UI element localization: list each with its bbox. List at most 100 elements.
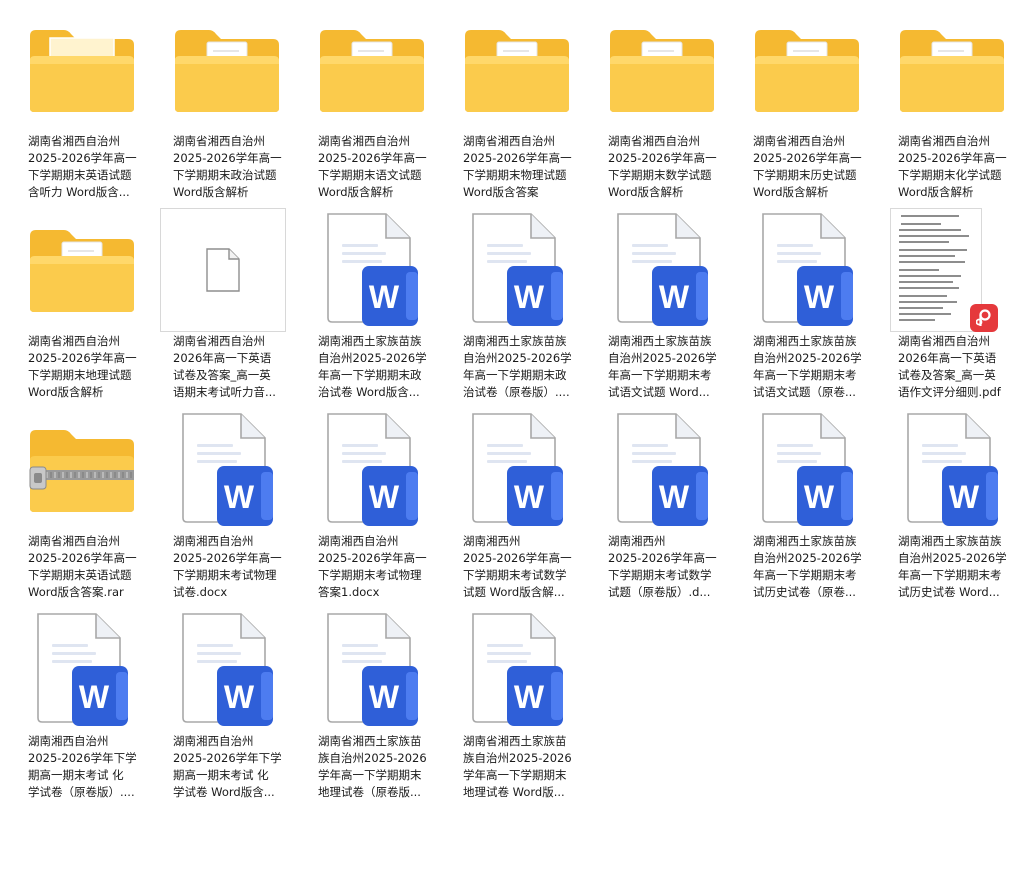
file-name: 湖南湘西自治州 2025-2026学年下学 期高一期末考试 化学试卷（原卷版）...… [28, 733, 140, 803]
file-name-line: 下学期期末语文试题 [318, 168, 422, 182]
file-name-line: 2025-2026学年高一 [898, 151, 1007, 165]
file-item[interactable]: W 湖南湘西州 2025-2026学年高一 下学期期末考试数学 试题（原卷版）.d..… [592, 412, 732, 607]
file-item[interactable]: 湖南省湘西自治州 2025-2026学年高一 下学期期末数学试题 Word版含解析 [592, 12, 732, 207]
svg-text:W: W [804, 479, 835, 515]
file-grid: 湖南省湘西自治州 2025-2026学年高一 下学期期末英语试题 含听力 Word版含… [0, 0, 1034, 869]
file-name-line: 湖南湘西自治州 [173, 734, 254, 748]
folder-icon [173, 26, 281, 130]
file-name-line: 湖南省湘西自治州 [28, 534, 120, 548]
svg-text:W: W [514, 679, 545, 715]
file-name-line: 湖南省湘西自治州 [28, 334, 120, 348]
file-name-line: 湖南湘西自治州 [28, 734, 109, 748]
file-name-line: 2025-2026学年高一 [608, 551, 717, 565]
svg-text:W: W [79, 679, 110, 715]
file-name: 湖南省湘西自治州 2025-2026学年高一 下学期期末语文试题 Word版含解析 [318, 133, 430, 203]
file-item[interactable]: 湖南省湘西自治州 2026年高一下英语 试卷及答案_高一英 语期末考试听力音... [157, 208, 297, 407]
file-item[interactable]: W 湖南湘西土家族苗族 自治州2025-2026学 年高一下学期期末考 试历史试卷 W… [882, 412, 1022, 607]
file-name-line: 下学期期末地理试题 [28, 368, 132, 382]
file-name-line: 含听力 Word版含... [28, 185, 130, 199]
file-item[interactable]: 湖南省湘西自治州 2025-2026学年高一 下学期期末政治试题 Word版含解析 [157, 12, 297, 207]
file-item[interactable]: 湖南省湘西自治州 2025-2026学年高一 下学期期末英语试题 Word版含答案.r… [12, 412, 152, 607]
file-name-line: 2025-2026学年高一 [318, 151, 427, 165]
file-name-line: 下学期期末历史试题 [753, 168, 857, 182]
file-item[interactable]: W 湖南湘西土家族苗族 自治州2025-2026学 年高一下学期期末考 试语文试题（原… [737, 212, 877, 407]
file-name-line: 2025-2026学年高一 [28, 151, 137, 165]
file-item[interactable]: 湖南省湘西自治州 2025-2026学年高一 下学期期末历史试题 Word版含解析 [737, 12, 877, 207]
file-name-line: 年高一下学期期末政 [318, 368, 422, 382]
file-name-line: 湖南省湘西土家族苗 [318, 734, 422, 748]
pdf-app-icon [970, 304, 998, 332]
svg-text:W: W [369, 679, 400, 715]
folder-icon [463, 26, 571, 130]
file-item[interactable]: 湖南省湘西自治州 2025-2026学年高一 下学期期末化学试题 Word版含解析 [882, 12, 1022, 207]
file-item[interactable]: W 湖南湘西自治州 2025-2026学年下学 期高一期末考试 化学试卷 Word版… [157, 612, 297, 807]
pdf-page-preview [890, 208, 982, 332]
file-name-line: 自治州2025-2026学 [463, 351, 572, 365]
word-doc-icon: W [318, 608, 426, 732]
file-name-line: 试语文试题（原卷... [753, 385, 856, 399]
file-name: 湖南省湘西自治州 2026年高一下英语 试卷及答案_高一英 语期末考试听力音... [173, 333, 285, 403]
word-doc-icon: W [28, 608, 136, 732]
svg-text:W: W [514, 479, 545, 515]
file-item[interactable]: W 湖南湘西土家族苗族 自治州2025-2026学 年高一下学期期末考 试语文试题 W… [592, 212, 732, 407]
file-name: 湖南省湘西自治州 2025-2026学年高一 下学期期末化学试题 Word版含解析 [898, 133, 1010, 203]
file-item[interactable]: 湖南省湘西自治州 2025-2026学年高一 下学期期末地理试题 Word版含解析 [12, 212, 152, 407]
file-item[interactable]: W 湖南湘西自治州 2025-2026学年下学 期高一期末考试 化学试卷（原卷版）.… [12, 612, 152, 807]
file-name: 湖南湘西州 2025-2026学年高一 下学期期末考试数学 试题 Word版含解... [463, 533, 575, 603]
file-name-line: 2025-2026学年高一 [608, 151, 717, 165]
file-item[interactable]: W 湖南省湘西土家族苗 族自治州2025-2026 学年高一下学期期末 地理试卷（原卷… [302, 612, 442, 807]
file-item[interactable]: W 湖南湘西自治州 2025-2026学年高一 下学期期末考试物理 试卷.docx [157, 412, 297, 607]
file-name-line: 2025-2026学年高一 [173, 551, 282, 565]
file-item[interactable]: W 湖南湘西自治州 2025-2026学年高一 下学期期末考试物理 答案1.docx [302, 412, 442, 607]
file-name-line: 湖南湘西州 [608, 534, 666, 548]
word-doc-icon: W [608, 408, 716, 532]
file-name-line: 试语文试题 Word... [608, 385, 710, 399]
file-name: 湖南湘西州 2025-2026学年高一 下学期期末考试数学 试题（原卷版）.d... [608, 533, 720, 603]
file-item[interactable]: 湖南省湘西自治州 2025-2026学年高一 下学期期末物理试题 Word版含答案 [447, 12, 587, 207]
file-name: 湖南省湘西自治州 2025-2026学年高一 下学期期末英语试题 Word版含答案.r… [28, 533, 140, 603]
file-item[interactable]: W 湖南湘西土家族苗族 自治州2025-2026学 年高一下学期期末政 治试卷（原卷版… [447, 212, 587, 407]
file-name-line: 湖南湘西土家族苗族 [898, 534, 1002, 548]
file-name-line: 湖南湘西土家族苗族 [608, 334, 712, 348]
file-name: 湖南湘西自治州 2025-2026学年下学 期高一期末考试 化学试卷 Word版含.… [173, 733, 285, 803]
file-name: 湖南省湘西自治州 2025-2026学年高一 下学期期末物理试题 Word版含答案 [463, 133, 575, 203]
file-name-line: Word版含解析 [318, 185, 394, 199]
file-name-line: 自治州2025-2026学 [898, 551, 1007, 565]
file-item[interactable]: 湖南省湘西自治州 2025-2026学年高一 下学期期末语文试题 Word版含解析 [302, 12, 442, 207]
file-name-line: 2025-2026学年高一 [28, 551, 137, 565]
file-item[interactable]: 湖南省湘西自治州 2026年高一下英语 试卷及答案_高一英 语作文评分细则.pdf [882, 208, 1022, 407]
file-name-line: 下学期期末英语试题 [28, 168, 132, 182]
file-name-line: 试历史试卷（原卷... [753, 585, 856, 599]
file-name-line: 湖南省湘西自治州 [608, 134, 700, 148]
file-name-line: 族自治州2025-2026 [318, 751, 427, 765]
file-name: 湖南省湘西自治州 2025-2026学年高一 下学期期末数学试题 Word版含解析 [608, 133, 720, 203]
file-name-line: 自治州2025-2026学 [753, 351, 862, 365]
file-item[interactable]: 湖南省湘西自治州 2025-2026学年高一 下学期期末英语试题 含听力 Word版含… [12, 12, 152, 207]
file-name-line: 族自治州2025-2026 [463, 751, 572, 765]
file-name-line: 下学期期末英语试题 [28, 568, 132, 582]
file-name-line: 2025-2026学年下学 [28, 751, 137, 765]
file-name-line: 下学期期末物理试题 [463, 168, 567, 182]
file-name-line: 湖南湘西州 [463, 534, 521, 548]
file-name-line: 下学期期末数学试题 [608, 168, 712, 182]
file-name-line: 湖南省湘西自治州 [463, 134, 555, 148]
file-name-line: 2025-2026学年高一 [463, 551, 572, 565]
word-doc-icon: W [753, 408, 861, 532]
file-name-line: 地理试卷（原卷版... [318, 785, 421, 799]
file-item[interactable]: W 湖南湘西土家族苗族 自治州2025-2026学 年高一下学期期末政 治试卷 Wor… [302, 212, 442, 407]
file-name-line: Word版含答案.rar [28, 585, 124, 599]
file-name-line: 湖南省湘西自治州 [28, 134, 120, 148]
file-item[interactable]: W 湖南湘西土家族苗族 自治州2025-2026学 年高一下学期期末考 试历史试卷（原… [737, 412, 877, 607]
file-name: 湖南湘西土家族苗族 自治州2025-2026学 年高一下学期期末考 试历史试卷 Wor… [898, 533, 1010, 603]
svg-text:W: W [369, 279, 400, 315]
file-name-line: Word版含答案 [463, 185, 539, 199]
file-item[interactable]: W 湖南省湘西土家族苗 族自治州2025-2026 学年高一下学期期末 地理试卷 Wo… [447, 612, 587, 807]
file-item[interactable]: W 湖南湘西州 2025-2026学年高一 下学期期末考试数学 试题 Word版含解.… [447, 412, 587, 607]
zip-folder-icon [28, 426, 136, 530]
file-name-line: 试卷及答案_高一英 [173, 368, 271, 382]
file-name-line: 试卷及答案_高一英 [898, 368, 996, 382]
file-name-line: 年高一下学期期末考 [753, 568, 857, 582]
file-name-line: 年高一下学期期末考 [608, 368, 712, 382]
file-name-line: 学试卷 Word版含... [173, 785, 275, 799]
file-name: 湖南省湘西自治州 2025-2026学年高一 下学期期末地理试题 Word版含解析 [28, 333, 140, 403]
